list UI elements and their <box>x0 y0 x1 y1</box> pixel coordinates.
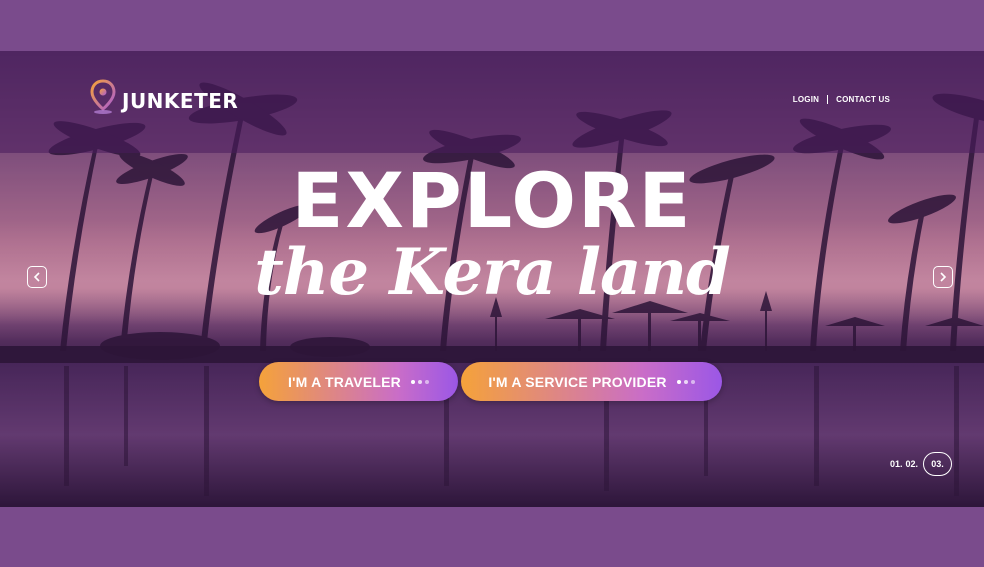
dots-icon <box>410 379 429 384</box>
nav-divider <box>827 95 829 104</box>
top-nav: LOGIN CONTACT US <box>793 95 890 104</box>
site-header: JUNKETER LOGIN CONTACT US <box>0 51 984 153</box>
brand-name: JUNKETER <box>122 89 239 113</box>
slider-next-button[interactable] <box>933 266 953 288</box>
login-link[interactable]: LOGIN <box>793 95 819 104</box>
slide-page-2[interactable]: 02. <box>906 459 919 469</box>
brand-logo[interactable]: JUNKETER <box>90 79 238 115</box>
slider-prev-button[interactable] <box>27 266 47 288</box>
slide-page-3-active[interactable]: 03. <box>923 452 953 476</box>
top-frame-band <box>0 0 984 51</box>
service-provider-button[interactable]: I'M A SERVICE PROVIDER <box>461 362 722 401</box>
contact-us-link[interactable]: CONTACT US <box>836 95 890 104</box>
slide-pager: 01. 02. 03. <box>890 452 953 476</box>
hero-subheadline: the Kera land <box>254 235 731 310</box>
service-provider-button-label: I'M A SERVICE PROVIDER <box>488 373 667 390</box>
chevron-left-icon <box>33 272 40 282</box>
chevron-right-icon <box>940 272 947 282</box>
hero-headline: EXPLORE <box>291 156 693 245</box>
dots-icon <box>676 379 695 384</box>
traveler-button-label: I'M A TRAVELER <box>288 373 401 390</box>
traveler-button[interactable]: I'M A TRAVELER <box>259 362 458 401</box>
map-pin-icon <box>90 79 116 115</box>
bottom-frame-band <box>0 507 984 567</box>
hero-slider: JUNKETER LOGIN CONTACT US EXPLORE the Ke… <box>0 51 984 507</box>
slide-page-1[interactable]: 01. <box>890 459 903 469</box>
